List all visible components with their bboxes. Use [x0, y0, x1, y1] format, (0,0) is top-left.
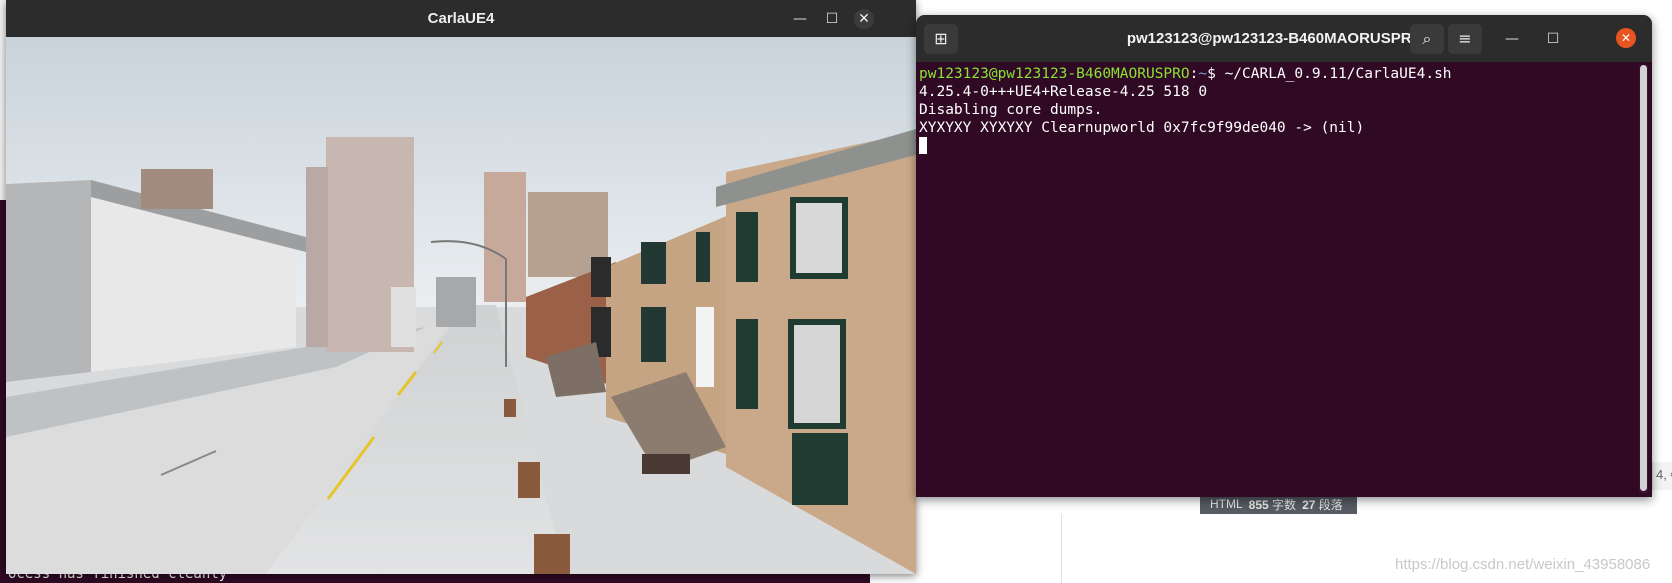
watermark: https://blog.csdn.net/weixin_43958086	[1395, 556, 1651, 573]
paragraph-count: 27	[1302, 497, 1316, 512]
terminal-output-line: 4.25.4-0+++UE4+Release-4.25 518 0	[919, 84, 1208, 100]
terminal-window-title: pw123123@pw123123-B460MAORUSPRO: ~	[1126, 30, 1442, 47]
terminal-prompt-line: pw123123@pw123123-B460MAORUSPRO:~$ ~/CAR…	[919, 65, 1631, 83]
carla-titlebar[interactable]: CarlaUE4 — ☐ ✕	[6, 0, 916, 37]
planter	[518, 462, 540, 498]
window	[641, 242, 666, 284]
window	[591, 257, 611, 297]
simulation-viewport[interactable]	[6, 37, 916, 574]
close-icon[interactable]: ✕	[854, 9, 874, 29]
rooftop-block	[141, 169, 213, 209]
terminal-window: ⊞ pw123123@pw123123-B460MAORUSPRO: ~ ⌕ ≡…	[916, 15, 1652, 497]
maximize-icon[interactable]: ☐	[1543, 29, 1563, 49]
prompt-dollar: $	[1207, 66, 1225, 82]
terminal-command: ~/CARLA_0.9.11/CarlaUE4.sh	[1224, 66, 1452, 82]
editor-cursor-position: 4, €	[1652, 462, 1672, 490]
tall-building-base	[391, 287, 416, 347]
terminal-output[interactable]: pw123123@pw123123-B460MAORUSPRO:~$ ~/CAR…	[919, 65, 1631, 495]
search-icon[interactable]: ⌕	[1410, 24, 1444, 54]
window	[696, 232, 710, 282]
bench	[642, 454, 690, 474]
window	[736, 212, 758, 282]
text-cursor	[919, 137, 927, 154]
minimize-icon[interactable]: —	[1502, 29, 1522, 49]
editor-status-bar: HTML 855 字数 27 段落	[1200, 494, 1357, 514]
terminal-scrollbar-thumb[interactable]	[1640, 65, 1647, 491]
prompt-path: ~	[1198, 66, 1208, 82]
door	[696, 307, 714, 387]
left-building-side	[6, 180, 91, 382]
carla-window: CarlaUE4 — ☐ ✕	[6, 0, 916, 574]
planter	[534, 534, 570, 574]
carla-window-title: CarlaUE4	[427, 10, 495, 27]
paragraph-unit: 段落	[1318, 497, 1343, 512]
street-scene	[6, 37, 916, 574]
window-pane	[796, 203, 842, 273]
maximize-icon[interactable]: ☐	[822, 9, 842, 29]
distant-building	[436, 277, 476, 327]
terminal-output-line: Disabling core dumps.	[919, 102, 1103, 118]
editor-mode: HTML	[1210, 497, 1243, 511]
terminal-output-line: XYXYXY XYXYXY Clearnupworld 0x7fc9f99de0…	[919, 120, 1365, 136]
menu-icon[interactable]: ≡	[1448, 24, 1482, 54]
window	[736, 319, 758, 409]
prompt-user: pw123123@pw123123-B460MAORUSPRO	[919, 66, 1190, 82]
editor-divider	[1061, 514, 1062, 583]
close-icon[interactable]: ✕	[1616, 28, 1636, 48]
terminal-titlebar[interactable]: ⊞ pw123123@pw123123-B460MAORUSPRO: ~ ⌕ ≡…	[916, 15, 1652, 62]
window	[641, 307, 666, 362]
window	[792, 433, 848, 505]
word-unit: 字数	[1272, 497, 1297, 512]
terminal-cursor-line	[919, 137, 1631, 155]
minimize-icon[interactable]: —	[790, 9, 810, 29]
planter	[504, 399, 516, 417]
window-pane	[794, 325, 840, 423]
word-count: 855	[1248, 497, 1269, 512]
tall-building-side	[306, 167, 328, 347]
